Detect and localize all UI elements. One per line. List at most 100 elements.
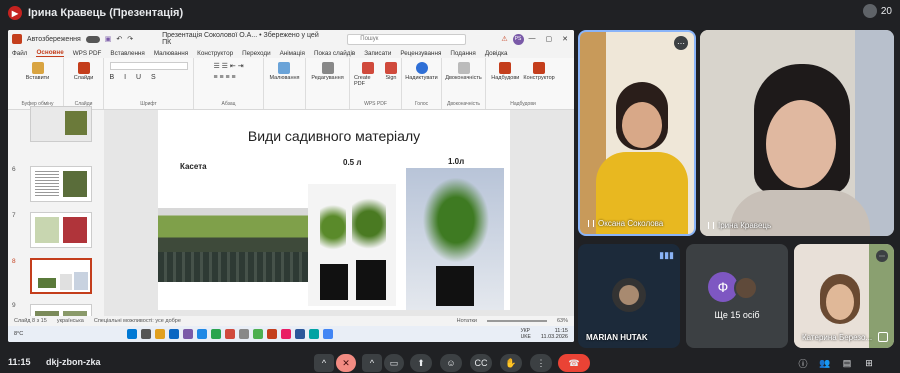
camera-options-button[interactable]: ^ (362, 354, 382, 372)
menu-tab[interactable]: WPS PDF (73, 50, 102, 57)
create-pdf-button[interactable]: Create PDF (354, 62, 381, 87)
slide-thumbnail-8[interactable] (30, 258, 92, 294)
present-button[interactable]: ⬆ (410, 354, 432, 372)
info-button[interactable]: ⓘ (794, 354, 812, 372)
more-options-icon[interactable]: ⋯ (876, 250, 888, 262)
excel-icon[interactable] (211, 329, 222, 339)
mic-options-button[interactable]: ^ (314, 354, 334, 372)
participant-tile-5[interactable]: ⋯ Катерина Березо... (794, 244, 894, 348)
current-slide[interactable]: Види садивного матеріалу Касета 0.5 л 1.… (158, 110, 510, 310)
chrome-icon[interactable] (253, 329, 264, 339)
font-label: Шрифт (140, 101, 157, 107)
more-options-icon[interactable]: ⋯ (674, 36, 688, 50)
mic-off-button[interactable]: ✕ (336, 354, 356, 372)
dictate-button[interactable]: Надиктувати (405, 62, 438, 81)
raise-hand-button[interactable]: ✋ (500, 354, 522, 372)
save-icon[interactable]: ▣ (105, 35, 112, 43)
participant-name-1: Оксана Соколова (588, 219, 663, 228)
participant-tile-3[interactable]: ▮▮▮ MARIAN HUTAK (578, 244, 680, 348)
menu-tab[interactable]: Показ слайдів (314, 50, 355, 57)
teams-icon[interactable] (183, 329, 194, 339)
participant-tile-1[interactable]: ⋯ Оксана Соколова (578, 30, 696, 236)
menu-tab[interactable]: Малювання (154, 50, 188, 57)
font-style-buttons[interactable]: B I U S (110, 74, 160, 81)
shapes-icon (278, 62, 291, 74)
participant-count: 20 (880, 5, 892, 17)
addins-button[interactable]: Надбудови (491, 62, 519, 81)
font-name-select[interactable] (109, 62, 188, 70)
slides-button[interactable]: Слайди (74, 62, 93, 81)
menu-tab[interactable]: Переходи (242, 50, 271, 57)
warning-icon[interactable]: ⚠ (501, 35, 507, 43)
clock[interactable]: 11:15 11.03.2026 (541, 328, 568, 340)
zoom-slider[interactable] (486, 320, 547, 322)
maximize-icon[interactable]: ▢ (546, 35, 553, 43)
redo-icon[interactable]: ↷ (127, 35, 133, 43)
menu-tab[interactable]: Записати (364, 50, 391, 57)
drawing-button[interactable]: Малювання (269, 62, 300, 81)
menu-tab[interactable]: Рецензування (400, 50, 441, 57)
undo-icon[interactable]: ↶ (116, 35, 122, 43)
search-input[interactable]: Пошук (347, 33, 467, 45)
more-vert-icon: ⋮ (536, 357, 546, 368)
doc-title: Презентація Соколової О.А... • Збережено… (162, 32, 319, 46)
align-buttons[interactable]: ≡ ≡ ≡ ≡ (213, 74, 235, 81)
participant-counter[interactable]: 20 (862, 4, 892, 18)
pin-icon[interactable] (588, 220, 594, 227)
meeting-code[interactable]: dkj-zbon-zka (46, 357, 101, 367)
participant-tile-2[interactable]: Ірина Кравець (700, 30, 894, 236)
chat-button[interactable]: ▤ (838, 354, 856, 372)
sign-button[interactable]: Sign (385, 62, 397, 81)
app-icon[interactable] (239, 329, 250, 339)
notification-app-icon[interactable] (281, 329, 292, 339)
zoom-level[interactable]: 63% (557, 318, 568, 324)
menu-tab[interactable]: Довідка (485, 50, 508, 57)
pin-icon[interactable] (708, 222, 714, 229)
editing-button[interactable]: Редагування (311, 62, 344, 81)
tile-expand-icon[interactable] (878, 332, 888, 342)
edge-icon[interactable] (169, 329, 180, 339)
menu-tab[interactable]: Конструктор (197, 50, 233, 57)
autosave-toggle[interactable] (85, 35, 100, 43)
zoom-icon[interactable] (197, 329, 208, 339)
menu-tab[interactable]: Файл (12, 50, 27, 57)
word-icon[interactable] (295, 329, 306, 339)
accessibility-status[interactable]: Спеціальні можливості: усе добре (94, 318, 181, 324)
more-button[interactable]: ⋮ (530, 354, 552, 372)
menu-tab[interactable]: Основне (36, 49, 64, 57)
keyboard-language[interactable]: УКР UKE (521, 328, 531, 340)
minimize-icon[interactable]: — (529, 35, 536, 43)
sensitivity-button[interactable]: Двоконачність (445, 62, 482, 81)
menu-tab[interactable]: Анімація (280, 50, 305, 57)
activities-button[interactable]: ⊞ (860, 354, 878, 372)
more-participants-tile[interactable]: Ф Ще 15 осіб (686, 244, 788, 348)
paste-button[interactable]: Вставити (26, 62, 49, 81)
notes-button[interactable]: Нотатки (457, 318, 477, 324)
designer-button[interactable]: Конструктор (523, 62, 555, 81)
captions-button[interactable]: CC (470, 354, 492, 372)
powerpoint-icon[interactable] (267, 329, 278, 339)
weather-temp[interactable]: 8°C (14, 331, 23, 337)
app-c-icon[interactable] (309, 329, 320, 339)
menu-tab[interactable]: Подання (450, 50, 475, 57)
slide-thumbnail-5[interactable] (30, 106, 92, 142)
slide-thumbnail-6[interactable] (30, 166, 92, 202)
menu-tab[interactable]: Вставлення (110, 50, 144, 57)
cassette-photo (158, 208, 308, 282)
app-l-icon[interactable] (225, 329, 236, 339)
label-cassette: Касета (180, 162, 207, 171)
addins-label: Надбудови (491, 75, 520, 81)
language-status[interactable]: українська (57, 318, 84, 324)
camera-button[interactable]: ▭ (384, 354, 404, 372)
user-avatar[interactable]: PS (512, 33, 524, 45)
start-icon[interactable] (127, 329, 138, 339)
list-buttons[interactable]: ☰ ☰ ⇤ ⇥ (213, 62, 243, 70)
close-icon[interactable]: ✕ (562, 35, 568, 43)
people-button[interactable]: 👥 (816, 354, 834, 372)
explorer-icon[interactable] (155, 329, 166, 339)
search-icon[interactable] (141, 329, 152, 339)
hangup-button[interactable]: ☎ (558, 354, 590, 372)
slide-thumbnail-7[interactable] (30, 212, 92, 248)
chrome-2-icon[interactable] (323, 329, 334, 339)
emoji-button[interactable]: ☺ (440, 354, 462, 372)
